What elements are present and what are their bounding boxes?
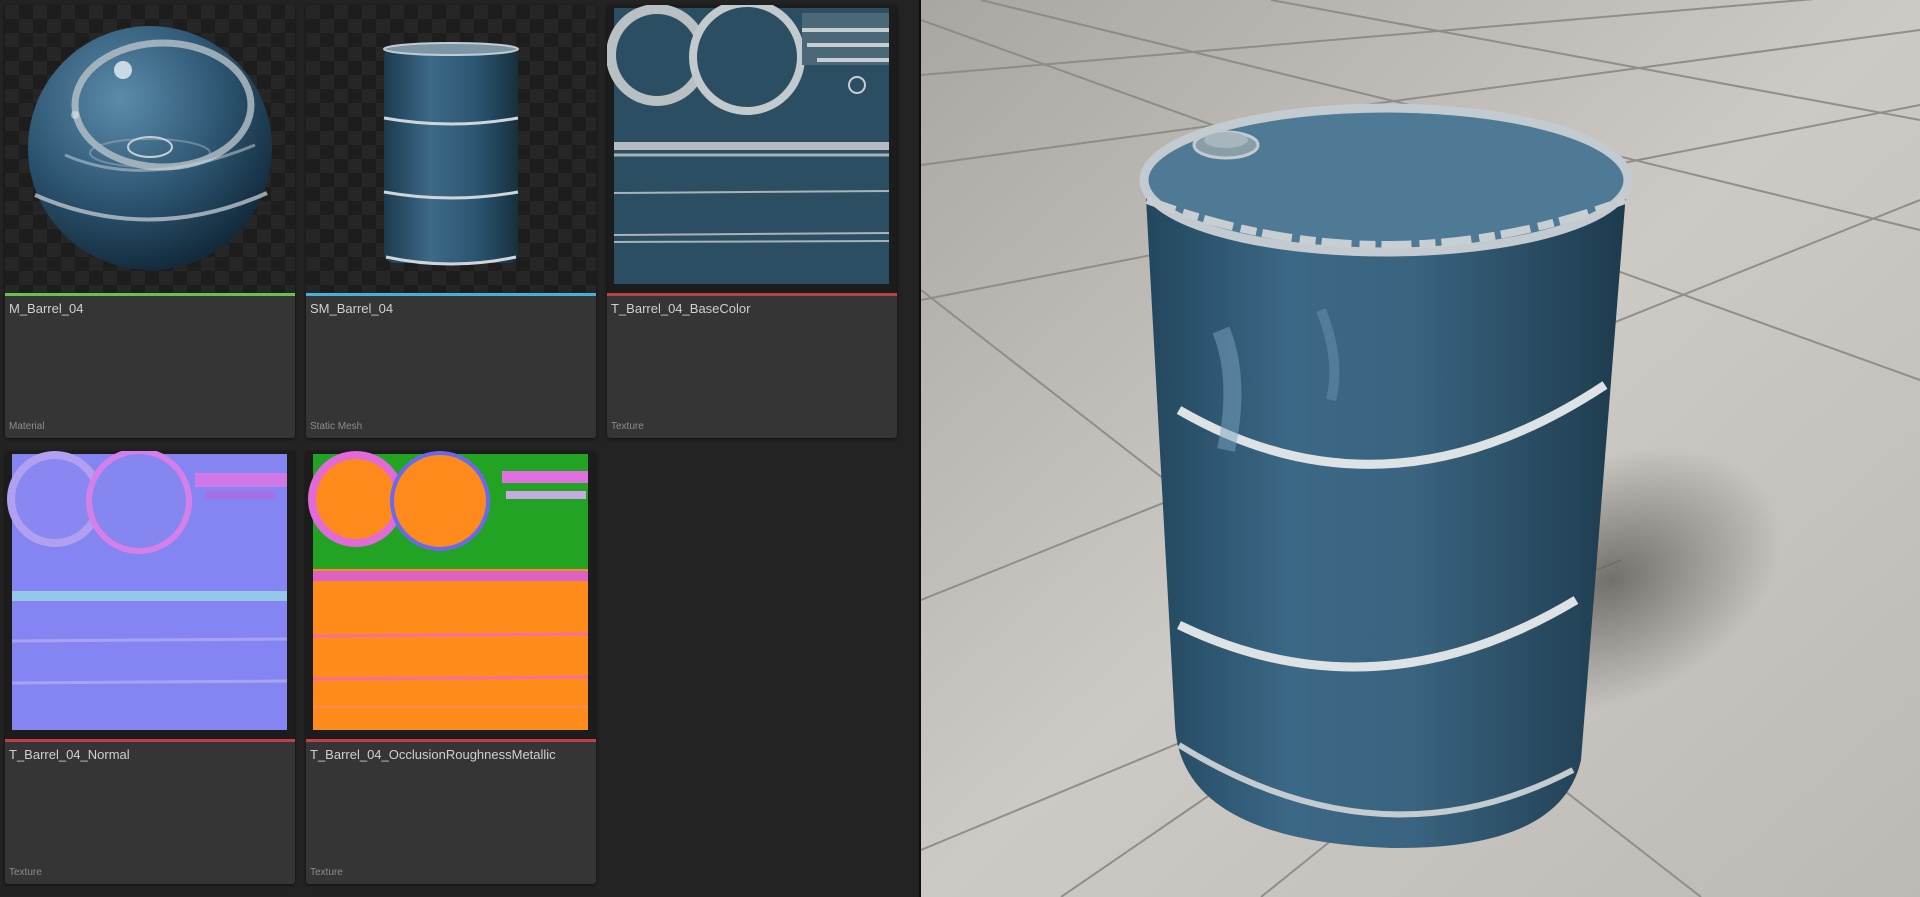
asset-type-label: Texture [611, 421, 644, 432]
asset-type-color-bar [306, 293, 596, 296]
barrel-preview-render [921, 0, 1920, 897]
asset-tile-static-mesh[interactable]: SM_Barrel_04 Static Mesh [306, 5, 596, 438]
asset-type-label: Texture [310, 867, 343, 878]
asset-tile-texture-orm[interactable]: T_Barrel_04_OcclusionRoughnessMetallic T… [306, 451, 596, 884]
asset-name: M_Barrel_04 [9, 301, 84, 316]
asset-tile-texture-normal[interactable]: T_Barrel_04_Normal Texture [5, 451, 295, 884]
asset-thumbnail [306, 451, 596, 739]
asset-thumbnail [607, 5, 897, 293]
asset-type-label: Material [9, 421, 45, 432]
asset-type-color-bar [306, 739, 596, 742]
asset-type-label: Texture [9, 867, 42, 878]
asset-type-color-bar [5, 739, 295, 742]
asset-name: T_Barrel_04_OcclusionRoughnessMetallic [310, 747, 556, 762]
asset-thumbnail [5, 451, 295, 739]
asset-name: T_Barrel_04_BaseColor [611, 301, 751, 316]
asset-type-label: Static Mesh [310, 421, 363, 432]
3d-viewport[interactable] [921, 0, 1920, 897]
asset-thumbnail [5, 5, 295, 293]
asset-name: SM_Barrel_04 [310, 301, 394, 316]
content-browser: M_Barrel_04 Material SM_Barrel_04 Static… [0, 0, 919, 897]
asset-thumbnail [306, 5, 596, 293]
asset-tile-texture-basecolor[interactable]: T_Barrel_04_BaseColor Texture [607, 5, 897, 438]
asset-name: T_Barrel_04_Normal [9, 747, 130, 762]
asset-type-color-bar [607, 293, 897, 296]
asset-type-color-bar [5, 293, 295, 296]
asset-tile-material[interactable]: M_Barrel_04 Material [5, 5, 295, 438]
